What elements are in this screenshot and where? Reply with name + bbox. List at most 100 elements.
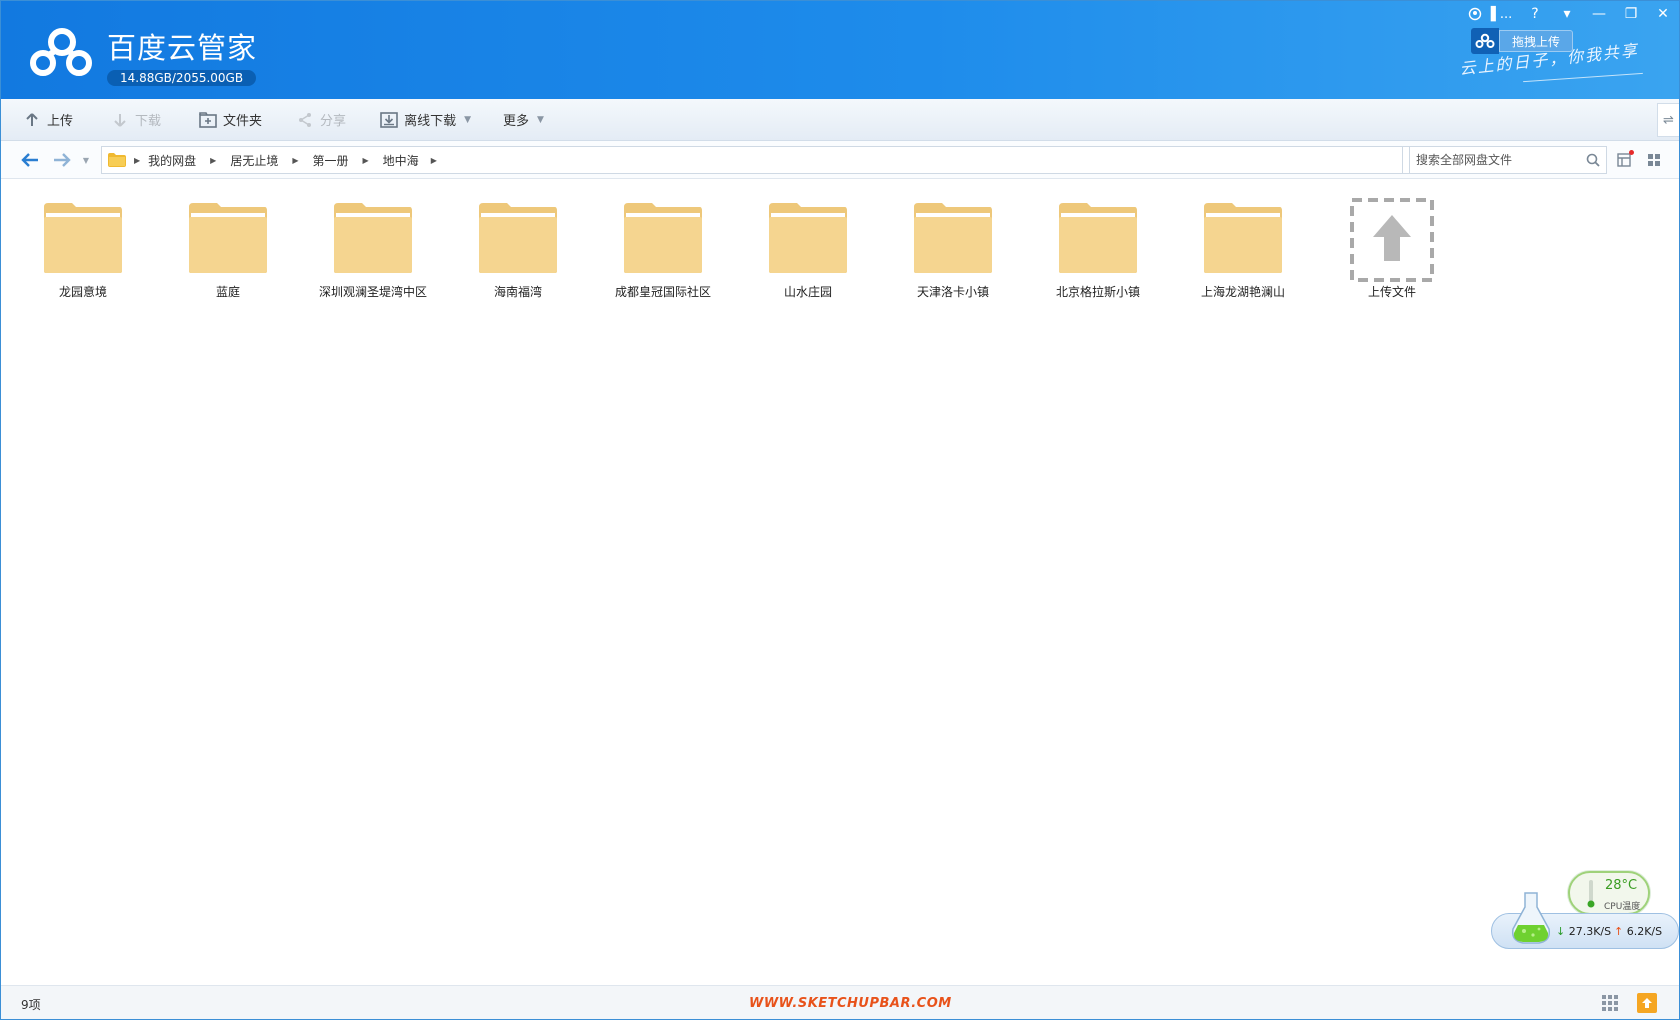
transfer-list-button[interactable] — [1637, 993, 1657, 1013]
cpu-temperature-widget[interactable]: 28°C CPU温度 — [1568, 871, 1650, 915]
arrow-right-icon — [54, 153, 71, 167]
folder-name: 山水庄园 — [783, 285, 832, 299]
maximize-button[interactable]: ❐ — [1615, 1, 1647, 27]
folder-icon — [108, 153, 126, 167]
user-menu[interactable]: ▐ ... — [1461, 1, 1519, 27]
folder-icon — [769, 203, 847, 273]
breadcrumb: ▶ 我的网盘 ▶ 居无止境 ▶ 第一册 ▶ 地中海 ▶ — [101, 146, 1431, 174]
chevron-down-icon: ▼ — [82, 155, 90, 165]
baidu-cloud-logo-icon — [30, 28, 92, 76]
offline-download-icon — [380, 111, 398, 129]
caret-right-icon: ▶ — [430, 155, 437, 165]
folder-name: 蓝庭 — [215, 285, 240, 299]
sidebar-toggle-button[interactable]: ⇌ — [1657, 103, 1679, 137]
folder-name: 海南福湾 — [493, 285, 542, 299]
more-button[interactable]: 更多 ▼ — [493, 105, 554, 135]
apps-grid-icon[interactable] — [1601, 994, 1619, 1012]
download-button[interactable]: 下载 — [101, 105, 171, 135]
new-folder-icon — [199, 111, 217, 129]
folder-item[interactable]: 蓝庭 — [158, 201, 298, 300]
back-button[interactable] — [17, 147, 43, 173]
list-view-icon — [1617, 153, 1631, 167]
item-count: 9项 — [21, 998, 41, 1012]
folder-item[interactable]: 海南福湾 — [448, 201, 588, 300]
folder-item[interactable]: 山水庄园 — [738, 201, 878, 300]
grid-view-icon — [1648, 154, 1660, 166]
app-title: 百度云管家 — [107, 31, 258, 65]
list-view-button[interactable] — [1613, 149, 1635, 171]
arrow-up-icon — [23, 111, 41, 129]
storage-quota: 14.88GB/2055.00GB — [107, 70, 257, 86]
folder-item[interactable]: 上海龙湖艳澜山 — [1173, 201, 1313, 300]
menu-button[interactable]: ▾ — [1551, 1, 1583, 27]
caret-right-icon: ▶ — [362, 155, 369, 165]
more-label: 更多 — [503, 114, 530, 129]
arrow-left-icon — [21, 153, 38, 167]
toolbar: 上传 下载 文件夹 分享 离线下载 ▼ 更多 ▼ ⇌ — [1, 99, 1679, 141]
title-bar[interactable]: 百度云管家 14.88GB/2055.00GB ▐ ... ? ▾ — ❐ ✕ … — [1, 1, 1679, 99]
new-folder-button[interactable]: 文件夹 — [189, 105, 272, 135]
folder-icon — [914, 203, 992, 273]
help-button[interactable]: ? — [1519, 1, 1551, 27]
chevron-down-icon: ▼ — [464, 114, 471, 125]
watermark: WWW.SKETCHUPBAR.COM — [749, 996, 952, 1011]
sidebar-toggle-icon: ⇌ — [1663, 112, 1674, 128]
flask-icon — [1511, 892, 1551, 944]
folder-item[interactable]: 北京格拉斯小镇 — [1028, 201, 1168, 300]
upload-label: 上传 — [47, 114, 74, 129]
window-controls: ▐ ... ? ▾ — ❐ ✕ — [1461, 1, 1679, 27]
forward-button[interactable] — [49, 147, 75, 173]
chevron-down-icon: ▼ — [537, 114, 544, 125]
folder-name: 上海龙湖艳澜山 — [1200, 285, 1285, 299]
share-icon — [296, 111, 314, 129]
folder-icon — [479, 203, 557, 273]
cloud-icon — [1471, 28, 1499, 54]
minimize-button[interactable]: — — [1583, 1, 1615, 27]
download-label: 下载 — [135, 114, 162, 129]
folder-item[interactable]: 龙园意境 — [13, 201, 153, 300]
close-button[interactable]: ✕ — [1647, 1, 1679, 27]
navigation-bar: ▼ ▶ 我的网盘 ▶ 居无止境 ▶ 第一册 ▶ 地中海 ▶ — [1, 141, 1679, 179]
upload-arrow-icon — [1350, 198, 1434, 282]
app-window: 百度云管家 14.88GB/2055.00GB ▐ ... ? ▾ — ❐ ✕ … — [0, 0, 1680, 1020]
cpu-temperature-label: CPU温度 — [1604, 902, 1641, 912]
caret-right-icon: ▶ — [210, 155, 217, 165]
search-icon[interactable] — [1586, 153, 1600, 167]
upload-speed: ↑ 6.2K/S — [1614, 925, 1663, 938]
arrow-down-icon: ↓ — [1556, 925, 1566, 938]
offline-download-button[interactable]: 离线下载 ▼ — [370, 105, 481, 135]
breadcrumb-item[interactable]: 地中海 — [383, 152, 419, 169]
offline-download-label: 离线下载 — [404, 114, 457, 129]
arrow-up-icon: ↑ — [1614, 925, 1624, 938]
folder-icon — [44, 203, 122, 273]
search-input[interactable] — [1410, 147, 1574, 173]
upload-button[interactable]: 上传 — [13, 105, 83, 135]
folder-icon — [189, 203, 267, 273]
grid-view-button[interactable] — [1643, 149, 1665, 171]
upload-file-label: 上传文件 — [1367, 285, 1416, 299]
folder-name: 北京格拉斯小镇 — [1055, 285, 1140, 299]
upload-file-tile[interactable]: 上传文件 — [1322, 197, 1462, 300]
folder-item[interactable]: 成都皇冠国际社区 — [593, 201, 733, 300]
notification-dot — [1629, 150, 1634, 155]
new-folder-label: 文件夹 — [223, 114, 263, 129]
breadcrumb-item[interactable]: 居无止境 — [230, 152, 278, 169]
share-label: 分享 — [320, 114, 347, 129]
breadcrumb-item[interactable]: 我的网盘 — [148, 152, 196, 169]
breadcrumb-item[interactable]: 第一册 — [313, 152, 349, 169]
history-dropdown[interactable]: ▼ — [77, 147, 95, 173]
folder-icon — [624, 203, 702, 273]
folder-item[interactable]: 天津洛卡小镇 — [883, 201, 1023, 300]
arrow-down-icon — [111, 111, 129, 129]
user-name: ▐ ... — [1485, 6, 1513, 22]
thermometer-icon — [1587, 880, 1595, 908]
file-grid: 龙园意境 蓝庭 深圳观澜圣堤湾中区 海南福湾 成都皇冠国际社区 山水庄园 天津洛… — [1, 179, 1679, 985]
folder-name: 深圳观澜圣堤湾中区 — [318, 285, 427, 299]
download-speed: ↓ 27.3K/S — [1556, 925, 1612, 938]
user-icon — [1468, 7, 1481, 21]
status-bar: 9项 WWW.SKETCHUPBAR.COM — [1, 985, 1679, 1019]
folder-name: 龙园意境 — [58, 285, 107, 299]
caret-right-icon: ▶ — [134, 155, 141, 165]
share-button[interactable]: 分享 — [286, 105, 356, 135]
folder-item[interactable]: 深圳观澜圣堤湾中区 — [303, 201, 443, 300]
